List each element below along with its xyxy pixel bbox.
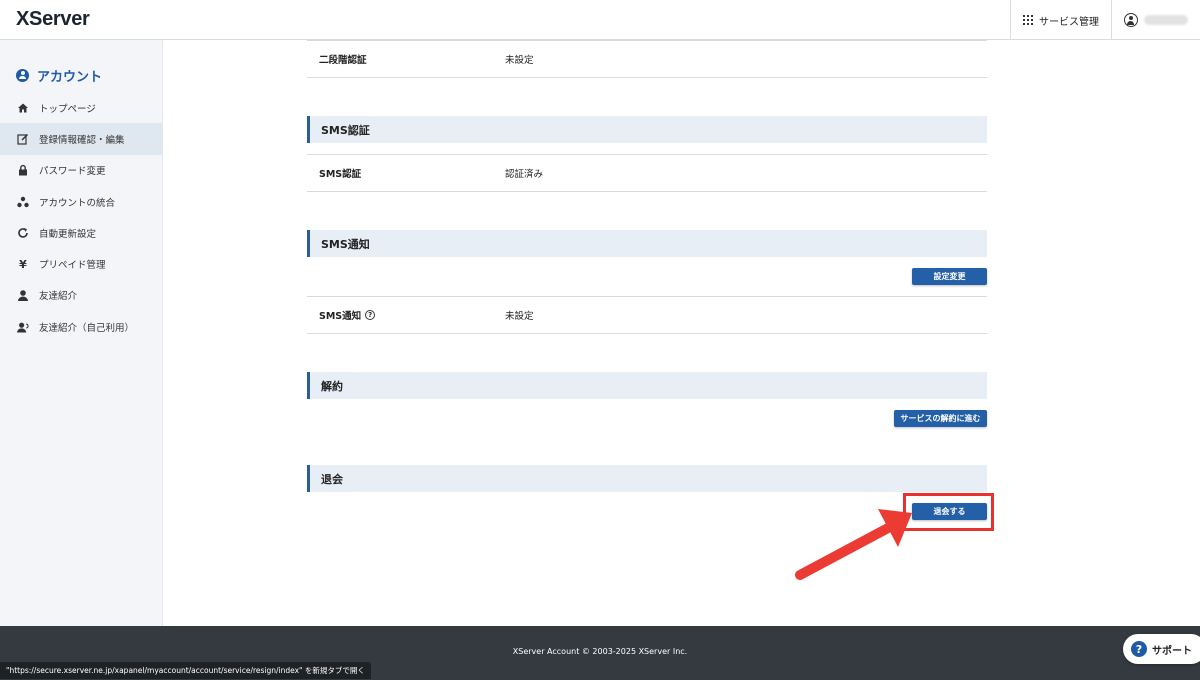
two-factor-label: 二段階認証 <box>319 54 367 66</box>
sidebar-item-merge[interactable]: アカウントの統合 <box>0 186 162 217</box>
sidebar-title: アカウント <box>0 40 162 92</box>
sidebar-item-label: 友達紹介 <box>39 291 78 303</box>
sidebar-item-label: パスワード変更 <box>39 166 106 178</box>
sidebar-item-top[interactable]: トップページ <box>0 92 162 123</box>
sms-auth-section-heading: SMS認証 <box>307 116 987 143</box>
settings-change-button[interactable]: 設定変更 <box>912 268 987 285</box>
browser-status-url: "https://secure.xserver.ne.jp/xapanel/my… <box>0 662 371 679</box>
two-factor-value: 未設定 <box>505 54 534 66</box>
sms-notify-row: SMS通知 ? 未設定 <box>307 296 987 334</box>
sidebar-item-auto-renew[interactable]: 自動更新設定 <box>0 217 162 248</box>
user-menu-button[interactable] <box>1111 0 1200 40</box>
apps-grid-icon <box>1023 15 1033 25</box>
sms-auth-label: SMS認証 <box>319 169 362 180</box>
support-label: サポート <box>1152 645 1192 657</box>
sidebar-item-label: 登録情報確認・編集 <box>39 134 125 146</box>
sidebar-item-label: プリペイド管理 <box>39 260 106 272</box>
friend-self-icon <box>17 321 29 333</box>
withdraw-section-heading: 退会 <box>307 465 987 492</box>
account-icon <box>16 68 29 82</box>
service-menu-button[interactable]: サービス管理 <box>1010 0 1111 40</box>
user-icon <box>1124 13 1138 27</box>
sms-notify-label-wrap: SMS通知 ? <box>307 308 505 322</box>
sms-notify-section-heading: SMS通知 <box>307 230 987 257</box>
footer: XServer Account © 2003-2025 XServer Inc.… <box>0 626 1200 680</box>
help-circle-icon: ? <box>1131 641 1147 657</box>
lock-icon <box>17 164 29 176</box>
xserver-logo[interactable]: XServer <box>16 8 90 31</box>
yen-icon: ¥ <box>19 257 27 271</box>
section-heading-text: 退会 <box>321 472 343 486</box>
sidebar: アカウント トップページ 登録情報確認・編集 パスワード変更 アカウントの統合 … <box>0 40 163 626</box>
sms-auth-row: SMS認証 認証済み <box>307 154 987 192</box>
sidebar-item-profile-edit[interactable]: 登録情報確認・編集 <box>0 123 162 155</box>
edit-icon <box>17 133 29 145</box>
section-heading-text: SMS通知 <box>321 237 370 251</box>
sidebar-item-label: 自動更新設定 <box>39 228 97 240</box>
sidebar-item-referral[interactable]: 友達紹介 <box>0 280 162 311</box>
sms-notify-label: SMS通知 <box>319 311 362 322</box>
top-header: XServer サービス管理 <box>0 0 1200 40</box>
home-icon <box>17 102 29 114</box>
sidebar-item-label: 友達紹介（自己利用） <box>39 322 135 334</box>
sidebar-title-label: アカウント <box>37 69 103 85</box>
proceed-to-cancel-button[interactable]: サービスの解約に進む <box>894 410 987 427</box>
two-factor-row: 二段階認証 未設定 <box>307 40 987 78</box>
main-content: 二段階認証 未設定 SMS認証 SMS認証 認証済み SMS通知 設定変更 SM… <box>163 40 1200 626</box>
help-icon[interactable]: ? <box>365 310 376 320</box>
section-heading-text: SMS認証 <box>321 123 370 137</box>
sidebar-item-label: アカウントの統合 <box>39 197 116 209</box>
friend-icon <box>17 289 29 302</box>
support-button[interactable]: ? サポート <box>1123 634 1200 664</box>
header-right: サービス管理 <box>1010 0 1200 40</box>
merge-icon <box>17 196 29 208</box>
sidebar-item-password[interactable]: パスワード変更 <box>0 155 162 186</box>
sms-auth-value: 認証済み <box>505 169 544 180</box>
section-heading-text: 解約 <box>321 379 343 393</box>
sidebar-item-referral-self[interactable]: 友達紹介（自己利用） <box>0 311 162 342</box>
copyright-text: XServer Account © 2003-2025 XServer Inc. <box>512 647 688 656</box>
refresh-icon <box>17 227 29 239</box>
annotation-arrow-icon <box>795 509 912 580</box>
sidebar-item-label: トップページ <box>39 103 96 115</box>
cancel-section-heading: 解約 <box>307 372 987 399</box>
sms-notify-value: 未設定 <box>505 311 534 322</box>
user-name-redacted <box>1144 15 1188 25</box>
service-menu-label: サービス管理 <box>1039 16 1099 28</box>
sidebar-item-prepaid[interactable]: ¥ プリペイド管理 <box>0 248 162 279</box>
